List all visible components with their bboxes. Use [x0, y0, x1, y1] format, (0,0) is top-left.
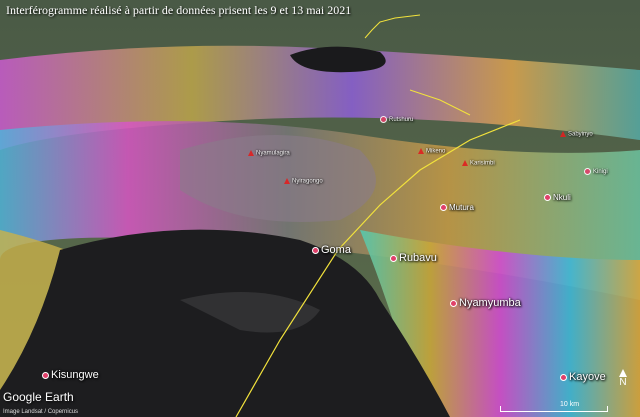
- place-marker-icon: [390, 254, 397, 262]
- interferogram-terrain: [0, 0, 640, 417]
- place-label: Nkuli: [553, 193, 571, 202]
- volcano-icon: [248, 150, 254, 156]
- place-label: Kinigi: [593, 169, 608, 176]
- place-marker-icon: [440, 204, 447, 212]
- peak-sabyinyo[interactable]: Sabyinyo: [560, 131, 593, 138]
- place-marker-icon: [544, 194, 551, 202]
- place-label: Rubavu: [399, 252, 437, 264]
- place-nyamyumba[interactable]: Nyamyumba: [450, 297, 521, 309]
- north-arrow-icon: [619, 369, 627, 377]
- place-marker-icon: [42, 371, 49, 379]
- place-goma[interactable]: Goma: [312, 244, 351, 256]
- peak-karisimbi[interactable]: Karisimbi: [462, 160, 495, 167]
- volcano-icon: [462, 160, 468, 166]
- place-mutura[interactable]: Mutura: [440, 203, 474, 212]
- place-kisungwe[interactable]: Kisungwe: [42, 369, 99, 381]
- place-rutshuru[interactable]: Rutshuru: [380, 116, 413, 123]
- figure-caption: Interférogramme réalisé à partir de donn…: [6, 3, 352, 17]
- place-marker-icon: [380, 116, 387, 123]
- compass-label: N: [619, 377, 627, 388]
- peak-label: Mikeno: [426, 148, 446, 155]
- peak-label: Nyiragongo: [292, 178, 323, 185]
- scale-bar: [500, 406, 608, 412]
- map-view[interactable]: Interférogramme réalisé à partir de donn…: [0, 0, 640, 417]
- place-label: Kayove: [569, 371, 606, 383]
- place-marker-icon: [450, 299, 457, 307]
- place-label: Nyamyumba: [459, 297, 521, 309]
- place-rubavu[interactable]: Rubavu: [390, 252, 437, 264]
- place-label: Kisungwe: [51, 369, 99, 381]
- imagery-attribution: Image Landsat / Copernicus: [3, 409, 79, 415]
- place-kinigi[interactable]: Kinigi: [584, 168, 608, 175]
- compass[interactable]: N: [616, 369, 630, 388]
- place-marker-icon: [560, 373, 567, 381]
- peak-nyiragongo[interactable]: Nyiragongo: [284, 178, 323, 185]
- place-marker-icon: [312, 246, 319, 254]
- peak-mikeno[interactable]: Mikeno: [418, 148, 445, 155]
- place-kayove[interactable]: Kayove: [560, 371, 606, 383]
- google-earth-logo: Google Earth: [3, 390, 74, 404]
- place-marker-icon: [584, 168, 591, 175]
- place-label: Goma: [321, 244, 351, 256]
- place-label: Rutshuru: [389, 117, 414, 124]
- scale-label: 10 km: [560, 401, 580, 408]
- volcano-icon: [418, 148, 424, 154]
- peak-label: Karisimbi: [470, 160, 495, 167]
- volcano-icon: [284, 178, 290, 184]
- peak-label: Sabyinyo: [568, 131, 593, 138]
- place-nkuli[interactable]: Nkuli: [544, 193, 571, 202]
- peak-label: Nyamulagira: [256, 150, 290, 157]
- peak-nyamulagira[interactable]: Nyamulagira: [248, 150, 290, 157]
- place-label: Mutura: [449, 203, 474, 212]
- volcano-icon: [560, 131, 566, 137]
